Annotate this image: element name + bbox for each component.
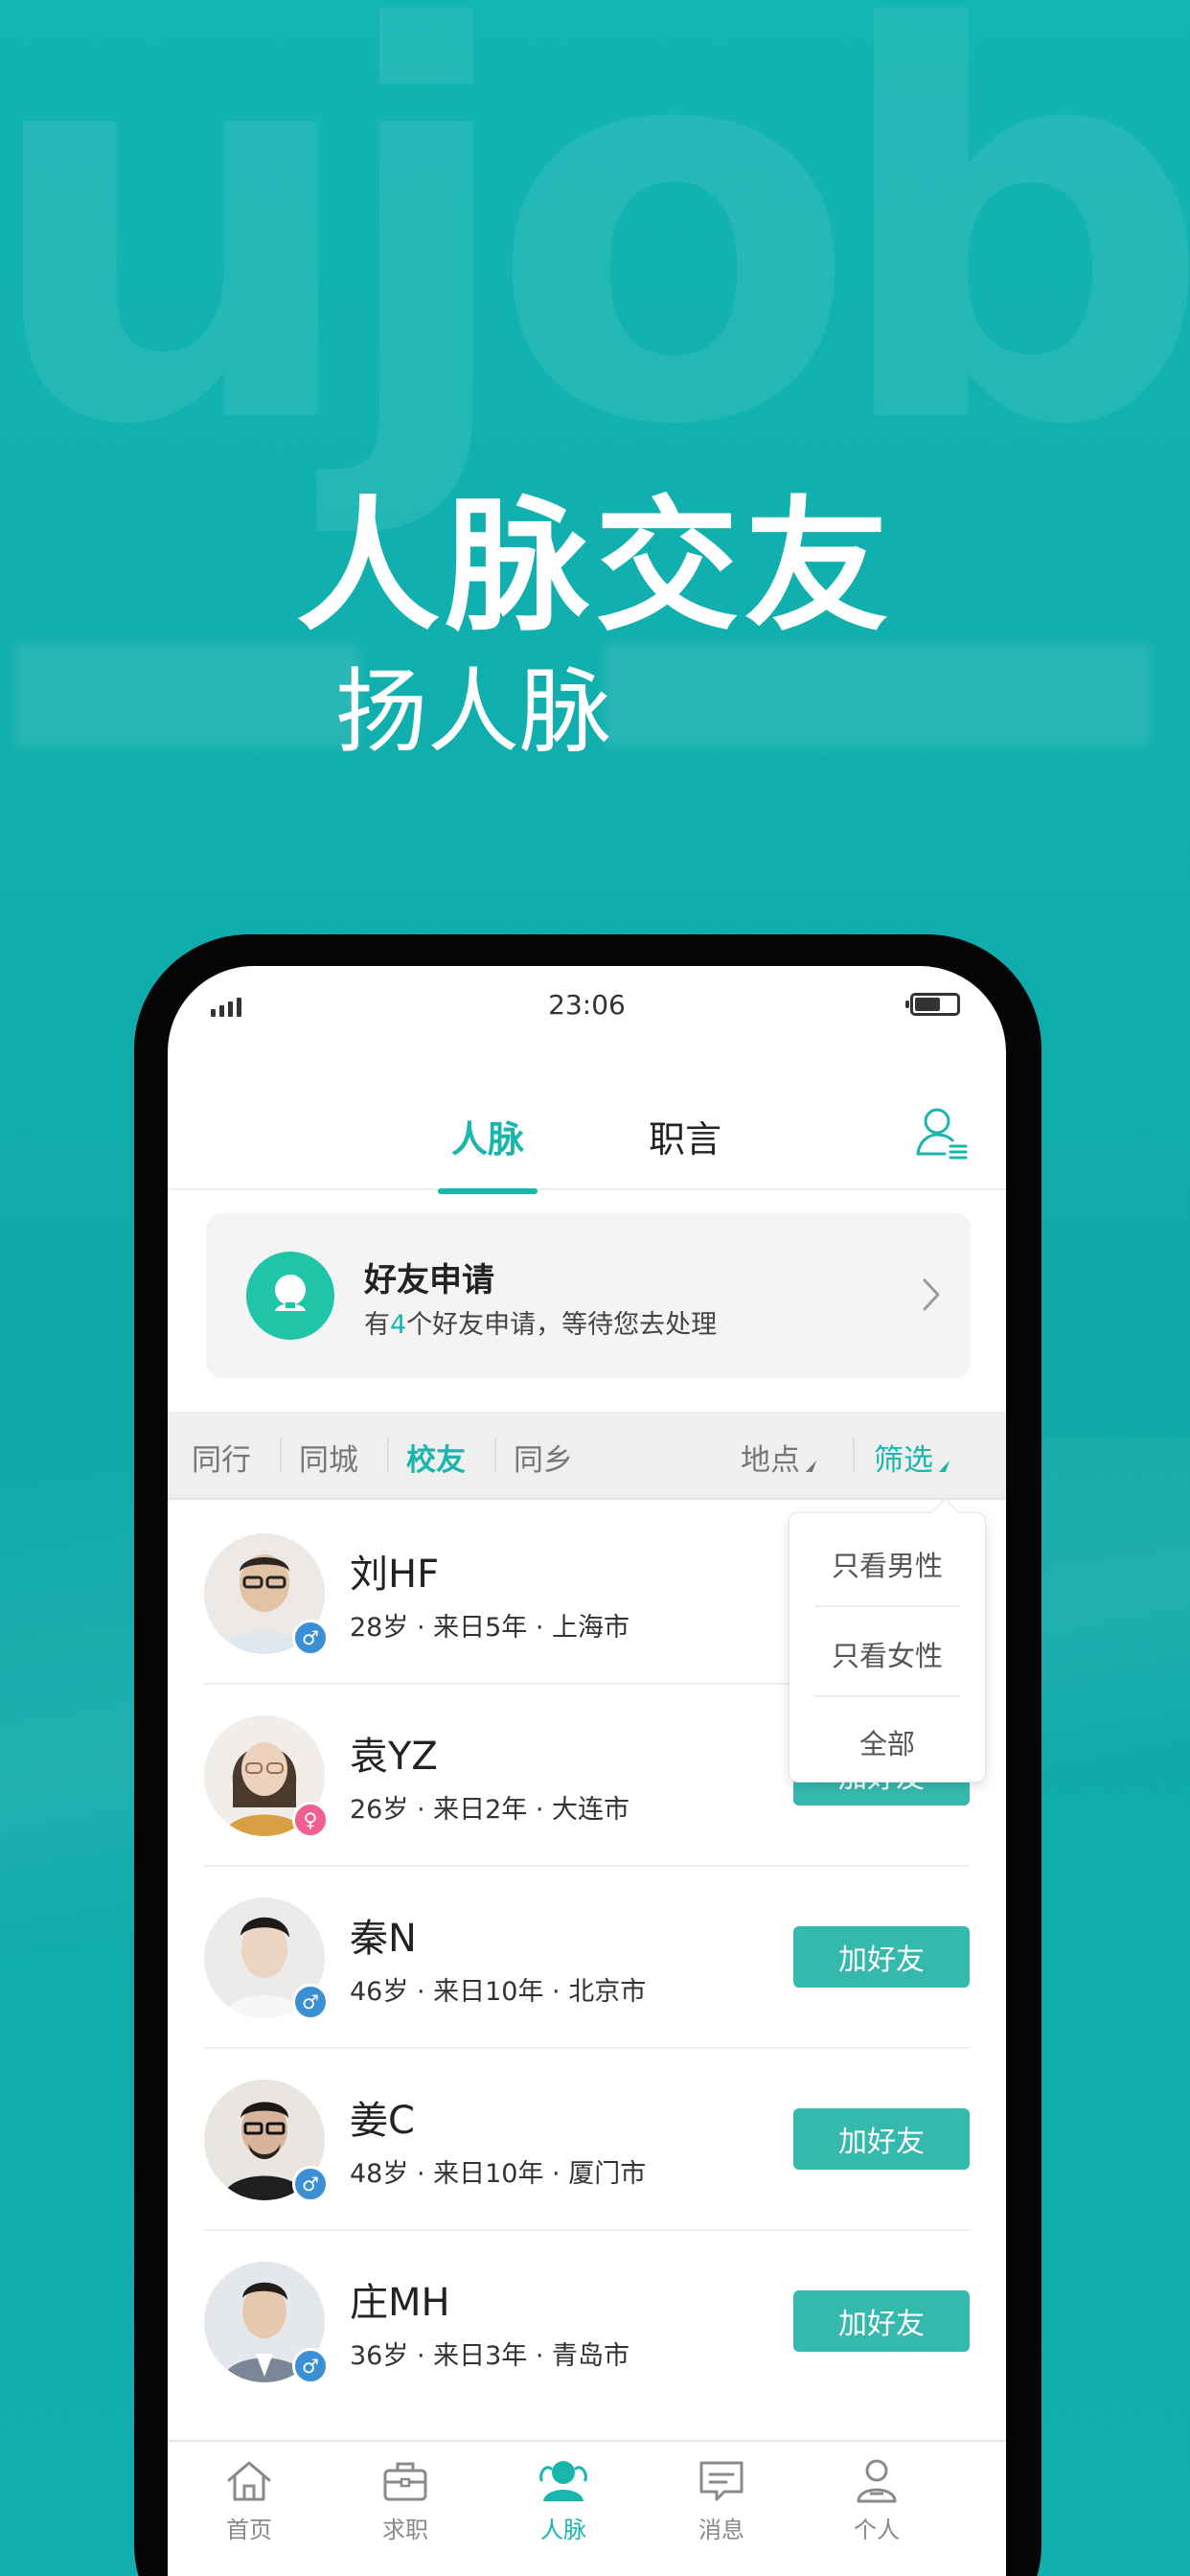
gender-filter-dropdown: 只看男性 只看女性 全部: [789, 1512, 986, 1782]
dropdown-divider: [814, 1605, 960, 1607]
location-filter[interactable]: 地点: [741, 1436, 817, 1479]
person-name: 秦N: [350, 1917, 417, 1961]
chevron-right-icon: [923, 1278, 940, 1311]
filter-same-industry[interactable]: 同行: [192, 1436, 251, 1479]
dropdown-divider: [814, 1695, 960, 1697]
filter-hometown[interactable]: 同乡: [514, 1436, 573, 1479]
home-icon: [227, 2461, 271, 2501]
filter-divider: [853, 1438, 855, 1473]
triangle-down-icon: [805, 1460, 817, 1472]
nav-messages[interactable]: 消息: [664, 2455, 779, 2544]
filter-label: 筛选: [874, 1443, 933, 1478]
tab-workplace-talk[interactable]: 职言: [649, 1110, 721, 1162]
app-screen: 23:06 人脉 职言 好友申请 有4个好友申请，等待您去处理 同行 同城 校友…: [168, 966, 1006, 2576]
blurred-text-right: [604, 644, 1150, 748]
person-name: 袁YZ: [350, 1735, 438, 1779]
nav-label: 消息: [698, 2517, 744, 2543]
person-info: 26岁 · 来日2年 · 大连市: [350, 1795, 630, 1825]
nav-jobs[interactable]: 求职: [348, 2455, 463, 2544]
nav-profile[interactable]: 个人: [819, 2455, 934, 2544]
male-icon: ♂: [292, 1620, 329, 1656]
nav-label: 个人: [854, 2517, 900, 2543]
profile-icon: [857, 2459, 897, 2503]
friend-request-title: 好友申请: [364, 1261, 494, 1300]
list-item[interactable]: ♂ 庄MH 36岁 · 来日3年 · 青岛市 加好友: [204, 2231, 970, 2413]
hero-title: 人脉交友: [295, 484, 894, 651]
person-info: 28岁 · 来日5年 · 上海市: [350, 1613, 630, 1643]
list-item[interactable]: ♂ 秦N 46岁 · 来日10年 · 北京市 加好友: [204, 1867, 970, 2049]
option-male-only[interactable]: 只看男性: [790, 1544, 985, 1584]
person-name: 庄MH: [350, 2281, 450, 2325]
friend-request-desc: 有4个好友申请，等待您去处理: [364, 1310, 718, 1340]
tab-connections[interactable]: 人脉: [437, 1110, 538, 1194]
person-info: 46岁 · 来日10年 · 北京市: [350, 1977, 647, 2007]
filter-same-city[interactable]: 同城: [299, 1436, 358, 1479]
location-label: 地点: [741, 1443, 800, 1478]
male-icon: ♂: [292, 2348, 329, 2384]
filter-divider: [494, 1438, 496, 1473]
person-info: 48岁 · 来日10年 · 厦门市: [350, 2159, 647, 2189]
top-tabs: 人脉 职言: [168, 1091, 1006, 1194]
battery-icon: [905, 993, 960, 1016]
status-time: 23:06: [548, 989, 626, 1021]
nav-connections[interactable]: 人脉: [506, 2455, 621, 2544]
people-icon: [539, 2461, 587, 2501]
blurred-text-left: [14, 644, 359, 748]
friend-request-count: 4: [390, 1310, 407, 1340]
gender-filter[interactable]: 筛选: [874, 1436, 950, 1479]
male-icon: ♂: [292, 1984, 329, 2020]
friend-request-card[interactable]: 好友申请 有4个好友申请，等待您去处理: [206, 1213, 971, 1378]
female-icon: ♀: [292, 1802, 329, 1838]
person-info: 36岁 · 来日3年 · 青岛市: [350, 2341, 630, 2371]
add-friend-button[interactable]: 加好友: [793, 1926, 970, 1988]
nav-label: 首页: [226, 2517, 272, 2543]
nav-label: 求职: [382, 2517, 428, 2543]
briefcase-icon: [383, 2462, 427, 2501]
list-item[interactable]: ♂ 姜C 48岁 · 来日10年 · 厦门市 加好友: [204, 2049, 970, 2231]
contacts-icon[interactable]: [914, 1100, 972, 1167]
male-icon: ♂: [292, 2166, 329, 2202]
add-friend-button[interactable]: 加好友: [793, 2290, 970, 2352]
filter-divider: [280, 1438, 282, 1473]
nav-label: 人脉: [540, 2517, 586, 2543]
filter-bar: 同行 同城 校友 同乡 地点 筛选: [168, 1412, 1006, 1500]
nav-home[interactable]: 首页: [192, 2455, 307, 2544]
avatar-icon: [246, 1252, 334, 1340]
add-friend-button[interactable]: 加好友: [793, 2108, 970, 2170]
person-name: 刘HF: [350, 1552, 440, 1597]
bottom-nav: 首页 求职 人脉 消息 个人: [168, 2440, 1006, 2576]
status-bar: 23:06: [168, 966, 1006, 1043]
message-icon: [699, 2461, 744, 2501]
person-name: 姜C: [350, 2099, 415, 2143]
triangle-up-icon: [938, 1460, 950, 1472]
hero-subtitle: 扬人脉: [335, 658, 611, 766]
filter-alumni[interactable]: 校友: [406, 1436, 466, 1479]
background-watermark: ujob: [0, 0, 1190, 542]
option-all[interactable]: 全部: [790, 1722, 985, 1762]
filter-divider: [387, 1438, 389, 1473]
option-female-only[interactable]: 只看女性: [790, 1634, 985, 1674]
